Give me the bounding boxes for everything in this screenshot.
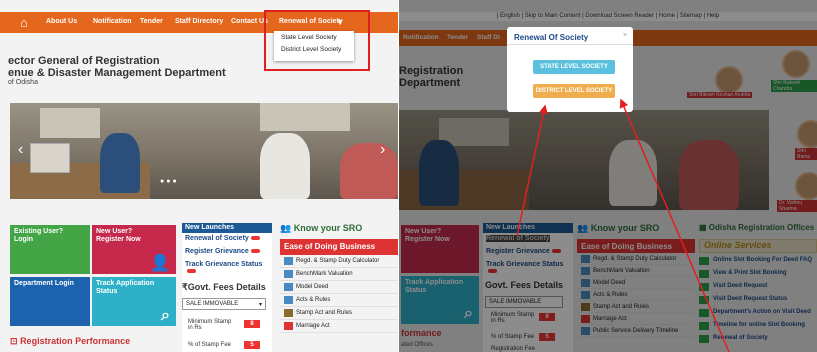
fees-select-value: SALE IMMOVABLE xyxy=(186,301,239,307)
new-badge-icon xyxy=(187,269,196,274)
launch-item-renewal[interactable]: Renewal of Society xyxy=(182,233,272,246)
new-launches-header: New Launches xyxy=(182,223,272,233)
hero-banner: ‹ › xyxy=(10,103,398,199)
sro-item-label: BenchMark Valuation xyxy=(296,271,353,277)
sro-item[interactable]: BenchMark Valuation xyxy=(280,268,398,281)
launch-item-label: Register Grievance xyxy=(185,248,249,255)
registration-performance-heading: ⊡ Registration Performance xyxy=(10,336,130,347)
nav-tender[interactable]: Tender xyxy=(140,18,163,25)
add-user-icon: 👤 xyxy=(150,255,170,272)
chart-icon xyxy=(284,270,293,278)
search-icon: ⌕ xyxy=(161,307,170,324)
nav-contact-us[interactable]: Contact Us xyxy=(231,18,268,25)
sro-item[interactable]: Regd. & Stamp Duty Calculator xyxy=(280,255,398,268)
sro-title-text: Know your SRO xyxy=(293,223,363,233)
book-icon xyxy=(284,296,293,304)
launch-item-register-grievance[interactable]: Register Grievance xyxy=(182,246,272,259)
performance-label: Registration Performance xyxy=(20,336,131,346)
department-login-label: Department Login xyxy=(14,280,74,287)
carousel-prev-icon[interactable]: ‹ xyxy=(18,141,23,159)
fee-row-label: Minimum Stamp in Rs xyxy=(188,319,232,331)
sro-item[interactable]: Model Deed xyxy=(280,281,398,294)
fee-row-value: 5 xyxy=(244,341,260,349)
new-user-label: New User? Register Now xyxy=(96,228,141,243)
sro-item-label: Stamp Act and Rules xyxy=(296,310,353,316)
know-your-sro-panel: 👥 Know your SRO Ease of Doing Business R… xyxy=(280,223,398,333)
sro-title: 👥 Know your SRO xyxy=(280,223,398,237)
nav-notification[interactable]: Notification xyxy=(93,18,132,25)
left-screenshot: ⌂ About Us Notification Tender Staff Dir… xyxy=(0,0,398,352)
track-application-tile[interactable]: Track Application Status ⌕ xyxy=(92,277,176,326)
existing-user-label: Existing User? Login xyxy=(14,228,64,243)
bookmark-icon: ⊡ xyxy=(10,336,18,346)
arrow-to-district-button xyxy=(619,98,730,352)
govt-fees-title: ₹Govt. Fees Details xyxy=(182,282,266,292)
marriage-icon xyxy=(284,322,293,330)
chevron-down-icon: ▾ xyxy=(258,302,262,308)
ease-label: Ease of Doing Business xyxy=(284,242,376,251)
fee-row-value: 8 xyxy=(244,320,260,328)
ease-of-business-button[interactable]: Ease of Doing Business xyxy=(280,239,398,255)
sro-item-label: Regd. & Stamp Duty Calculator xyxy=(296,258,380,264)
home-icon[interactable]: ⌂ xyxy=(20,15,28,30)
document-icon xyxy=(284,283,293,291)
launch-item-label: Track Grievance Status xyxy=(185,261,263,268)
arrow-to-state-button xyxy=(516,104,548,237)
sro-item-label: Marriage Act xyxy=(296,323,330,329)
stamp-icon xyxy=(284,309,293,317)
govt-fees-panel: ₹Govt. Fees Details SALE IMMOVABLE ▾ Mini… xyxy=(182,282,272,349)
nav-about-us[interactable]: About Us xyxy=(46,18,77,25)
people-icon: 👥 xyxy=(280,223,292,233)
nav-staff-directory[interactable]: Staff Directory xyxy=(175,18,223,25)
launch-item-track-grievance[interactable]: Track Grievance Status xyxy=(182,259,272,274)
new-badge-icon xyxy=(250,249,260,254)
new-user-register-tile[interactable]: New User? Register Now 👤 xyxy=(92,225,176,274)
sro-item-label: Acts & Rules xyxy=(296,297,331,303)
sro-item[interactable]: Marriage Act xyxy=(280,320,398,333)
department-login-tile[interactable]: Department Login xyxy=(10,277,90,326)
right-screenshot: | English | Skip to Main Content | Downl… xyxy=(399,0,817,352)
launch-item-label: Renewal of Society xyxy=(185,235,249,242)
new-badge-icon xyxy=(250,236,260,241)
page-title-line1: ector General of Registration xyxy=(8,55,160,67)
sro-item-label: Model Deed xyxy=(296,284,329,290)
track-application-label: Track Application Status xyxy=(96,280,155,295)
page-title-line3: of Odisha xyxy=(8,79,38,86)
sro-item[interactable]: Stamp Act and Rules xyxy=(280,307,398,320)
existing-user-login-tile[interactable]: Existing User? Login xyxy=(10,225,90,274)
page-title-line2: enue & Disaster Management Department xyxy=(8,67,226,79)
carousel-dots[interactable]: ●●● xyxy=(160,178,179,185)
sro-item[interactable]: Acts & Rules xyxy=(280,294,398,307)
fees-type-select[interactable]: SALE IMMOVABLE ▾ xyxy=(182,298,266,310)
calculator-icon xyxy=(284,257,293,265)
fee-row-label: % of Stamp Fee xyxy=(188,342,232,348)
highlight-box xyxy=(264,10,370,71)
annotation-arrows xyxy=(516,98,730,352)
carousel-next-icon[interactable]: › xyxy=(380,141,385,159)
